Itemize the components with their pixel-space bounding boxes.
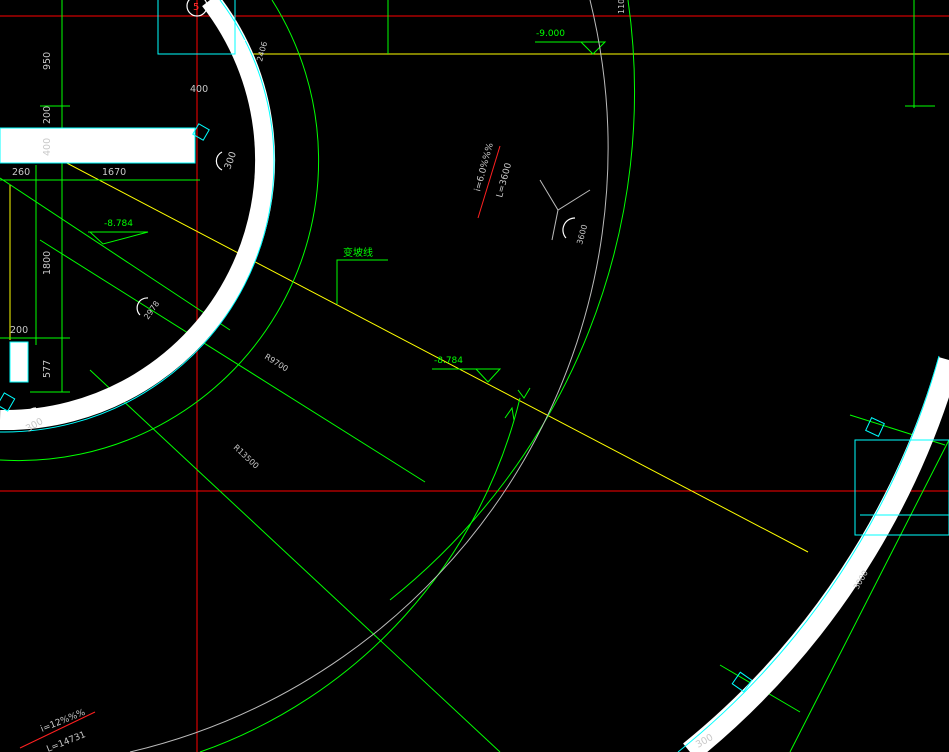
dim-text-200: 200 <box>42 106 53 124</box>
cad-drawing-canvas[interactable]: 950 200 400 400 260 1670 1800 200 577 30… <box>0 0 949 752</box>
grade-change-label: 变坡线 <box>343 246 373 259</box>
wall-beam-horizontal <box>0 127 196 164</box>
dim-text-400-vertical: 400 <box>42 138 53 156</box>
callout-tag-top: 5 <box>193 2 199 13</box>
dim-text-1800: 1800 <box>42 251 53 275</box>
dim-text-950: 950 <box>42 52 53 70</box>
dim-text-577: 577 <box>42 360 53 378</box>
elev-text-left: -8.784 <box>104 219 133 229</box>
dim-text-260: 260 <box>12 167 30 178</box>
wall-column-small <box>9 341 29 383</box>
elev-text-top: -9.000 <box>536 29 565 39</box>
dim-text-200-bottom: 200 <box>10 325 28 336</box>
dim-text-1670: 1670 <box>102 167 126 178</box>
dim-text-110: 110 <box>617 0 626 14</box>
elev-text-mid: -8.784 <box>434 356 463 366</box>
dim-text-400-wall: 400 <box>190 84 208 95</box>
